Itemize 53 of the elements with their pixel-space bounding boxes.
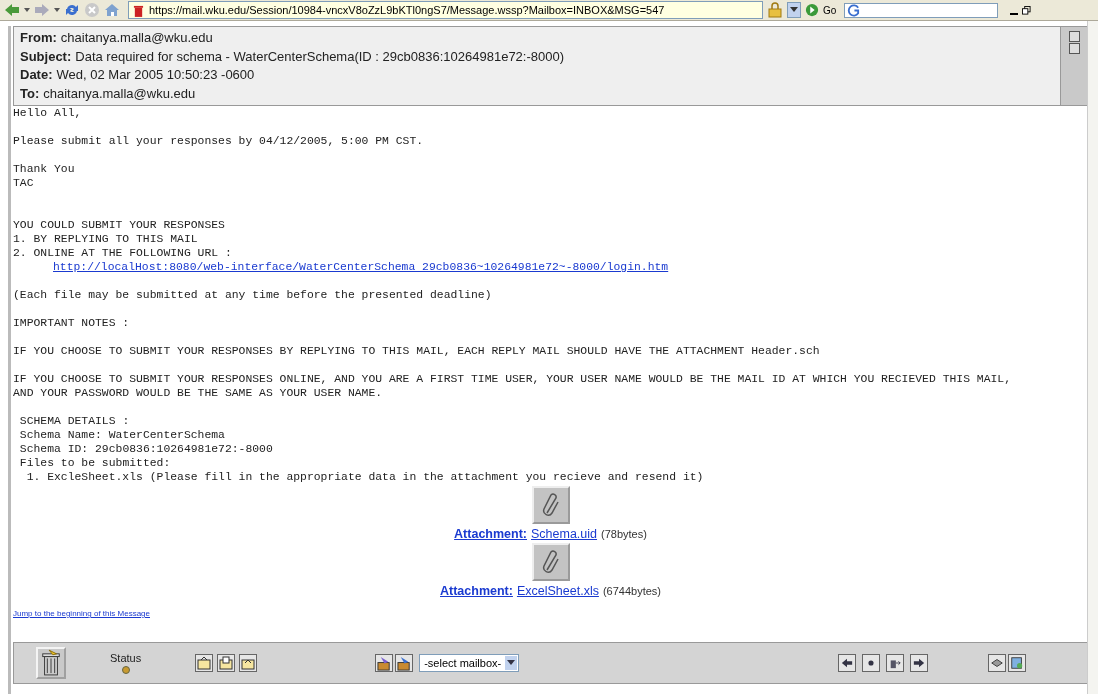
- folder-icon[interactable]: [217, 654, 236, 672]
- attachment-label-link[interactable]: Attachment:: [440, 584, 513, 598]
- attachment-size: (78bytes): [601, 528, 647, 540]
- status-dot: [121, 666, 130, 674]
- dropdown-caret-icon[interactable]: [24, 7, 30, 13]
- refresh-icon[interactable]: [64, 2, 80, 18]
- message-text: Please submit all your responses by 04/12/2005, 5:00 PM CST.: [13, 134, 425, 148]
- message-text: YOU COULD SUBMIT YOUR RESPONSES 1. BY REPLYING TO THIS MAIL 2. ONLINE AT THE FOLLOWING URL :: [13, 218, 233, 260]
- header-value: Data required for schema - WaterCenterSchema(ID : 29cb0836:10264981e72:-8000): [75, 48, 565, 64]
- paperclip-icon: [540, 550, 561, 574]
- dropdown-caret-icon[interactable]: [54, 7, 60, 13]
- mailbox-select[interactable]: -select mailbox-: [419, 654, 520, 672]
- message-text: SCHEMA DETAILS : Schema Name: WaterCenterSchema Schema ID: 29cb0836:10264981e72:-8000 Files to be submitted: 1. ExcleSheet.xls (Please fill in the appropriate data in the attachment you recieve and resend it): [18, 414, 705, 484]
- message-text: Hello All,: [13, 106, 83, 120]
- scrollbar[interactable]: [1087, 21, 1098, 694]
- jump-link[interactable]: Jump to the beginning of this Message: [13, 609, 150, 618]
- header-label: To:: [20, 85, 40, 101]
- status-label: Status: [110, 652, 142, 664]
- message-text: Thank You TAC: [13, 162, 76, 190]
- attachment-file-link[interactable]: ExcelSheet.xls: [516, 584, 599, 598]
- restore-window-icon[interactable]: [1022, 5, 1032, 15]
- attachment-label-link[interactable]: Attachment:: [454, 527, 527, 541]
- message-text: IMPORTANT NOTES :: [13, 316, 131, 330]
- message-text: (Each file may be submitted at any time before the presented deadline): [13, 288, 493, 302]
- header-value: chaitanya.malla@wku.edu: [43, 85, 196, 101]
- header-label: Date:: [20, 67, 53, 82]
- header-label: From:: [20, 30, 57, 45]
- home-icon[interactable]: [104, 2, 120, 18]
- dropdown-button[interactable]: [787, 2, 801, 18]
- trash-button[interactable]: [36, 647, 66, 679]
- header-label: Subject:: [20, 48, 72, 64]
- lock-icon: [767, 2, 783, 18]
- attachment-file-link[interactable]: Schema.uid: [531, 527, 598, 541]
- paperclip-icon: [540, 493, 561, 517]
- caret-icon: [507, 660, 516, 666]
- address-field[interactable]: https://mail.wku.edu/Session/10984-vncxV8oZzL9bKTl0ngS7/Message.wssp?Mailbox=INBOX&MSG=547: [128, 1, 763, 19]
- folder-icon[interactable]: [239, 654, 258, 672]
- header-value: chaitanya.malla@wku.edu: [60, 30, 213, 45]
- search-field[interactable]: [844, 2, 999, 18]
- header-value: Wed, 02 Mar 2005 10:50:23 -0600: [56, 67, 255, 82]
- attachment-size: (6744bytes): [602, 585, 661, 597]
- url-link[interactable]: http://localHost:8080/web-interface/WaterCenterSchema 29cb0836~10264981e72~-8000/login.htm: [53, 261, 669, 273]
- go-label[interactable]: Go: [823, 4, 837, 16]
- attachment-button[interactable]: [531, 486, 570, 524]
- search-logo-icon: [847, 3, 861, 17]
- back-arrow-icon[interactable]: [4, 2, 20, 18]
- minimize-icon[interactable]: [1010, 12, 1019, 16]
- message-text: IF YOU CHOOSE TO SUBMIT YOUR RESPONSES BY REPLYING TO THIS MAIL, EACH REPLY MAIL SHOULD HAVE THE ATTACHMENT Header.sch: [13, 344, 821, 358]
- trash-icon: [133, 3, 144, 17]
- message-text: IF YOU CHOOSE TO SUBMIT YOUR RESPONSES ONLINE, AND YOU ARE A FIRST TIME USER, YOUR USER NAME WOULD BE THE MAIL ID AT WHICH YOU RECIEVED THIS MAIL, AND YOUR PASSWORD WOULD BE THE SAME AS YOUR USER NAME.: [13, 372, 1012, 400]
- attachment-button[interactable]: [531, 543, 570, 581]
- caret-icon: [790, 7, 798, 13]
- folder-icon[interactable]: [195, 654, 214, 672]
